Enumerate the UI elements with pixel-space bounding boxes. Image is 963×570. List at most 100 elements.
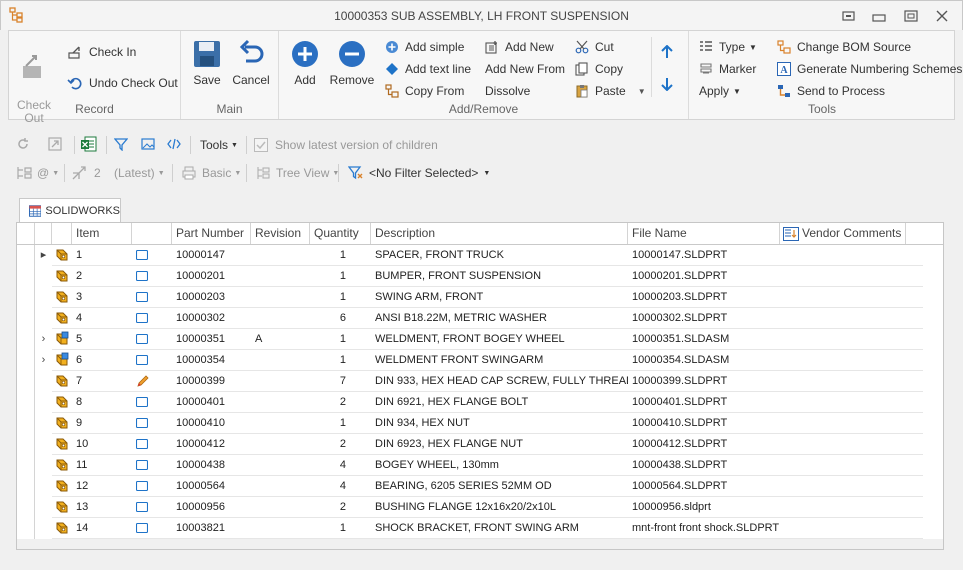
cell-description[interactable]: DIN 6921, HEX FLANGE BOLT (375, 392, 628, 413)
cell-item[interactable]: 8 (76, 392, 132, 413)
cell-description[interactable]: DIN 6923, HEX FLANGE NUT (375, 434, 628, 455)
expand-toggle-icon[interactable] (35, 455, 52, 476)
expand-toggle-icon[interactable] (35, 392, 52, 413)
row-selector[interactable] (17, 434, 35, 455)
cell-quantity[interactable]: 1 (310, 329, 346, 350)
cancel-button[interactable]: Cancel (231, 39, 271, 87)
cell-revision[interactable] (255, 308, 310, 329)
paste-dropdown-arrow[interactable]: ▼ (638, 87, 646, 96)
cell-item[interactable]: 14 (76, 518, 132, 539)
cell-file-name[interactable]: 10000147.SLDPRT (632, 245, 780, 266)
copy-button[interactable]: Copy (575, 59, 623, 79)
cell-part-number[interactable]: 10000956 (176, 497, 251, 518)
cell-vendor-comments[interactable] (784, 434, 906, 455)
expand-toggle-icon[interactable] (35, 308, 52, 329)
code-icon[interactable] (167, 137, 181, 151)
add-text-line-button[interactable]: Add text line (385, 59, 471, 79)
cell-vendor-comments[interactable] (784, 245, 906, 266)
filter-dropdown[interactable]: <No Filter Selected> ▼ (348, 163, 490, 183)
row-selector[interactable] (17, 245, 35, 266)
move-up-icon[interactable] (661, 45, 673, 59)
row-selector[interactable] (17, 266, 35, 287)
cell-item[interactable]: 12 (76, 476, 132, 497)
cell-part-number[interactable]: 10000354 (176, 350, 251, 371)
cell-description[interactable]: WELDMENT, FRONT BOGEY WHEEL (375, 329, 628, 350)
cell-description[interactable]: DIN 934, HEX NUT (375, 413, 628, 434)
cell-item[interactable]: 5 (76, 329, 132, 350)
cell-vendor-comments[interactable] (784, 476, 906, 497)
cell-vendor-comments[interactable] (784, 518, 906, 539)
table-row[interactable]: ▸ 1 10000147 1 SPACER, FRONT TRUCK 10000147.S… (17, 245, 943, 266)
cell-description[interactable]: DIN 933, HEX HEAD CAP SCREW, FULLY THREA… (375, 371, 628, 392)
restore-icon[interactable] (839, 7, 859, 25)
cell-part-number[interactable]: 10000147 (176, 245, 251, 266)
cell-item[interactable]: 13 (76, 497, 132, 518)
check-in-button[interactable]: Check In (67, 42, 136, 62)
cell-part-number[interactable]: 10000203 (176, 287, 251, 308)
minimize-icon[interactable] (869, 7, 889, 25)
cell-quantity[interactable]: 1 (310, 518, 346, 539)
cell-description[interactable]: SWING ARM, FRONT (375, 287, 628, 308)
cell-part-number[interactable]: 10000412 (176, 434, 251, 455)
save-button[interactable]: Save (189, 39, 225, 87)
cell-file-name[interactable]: 10000410.SLDPRT (632, 413, 780, 434)
cell-item[interactable]: 3 (76, 287, 132, 308)
row-selector[interactable] (17, 413, 35, 434)
cut-button[interactable]: Cut (575, 37, 614, 57)
table-row[interactable]: 7 10000399 7 DIN 933, HEX HEAD CAP SCREW, F… (17, 371, 943, 392)
basic-dropdown[interactable]: Basic ▼ (182, 163, 241, 183)
table-row[interactable]: 2 10000201 1 BUMPER, FRONT SUSPENSION 100002… (17, 266, 943, 287)
table-row[interactable]: 11 10000438 4 BOGEY WHEEL, 130mm 10000438.SL… (17, 455, 943, 476)
table-row[interactable]: › 5 10000351 A 1 WELDMENT, FRONT BOGEY WHEEL 1… (17, 329, 943, 350)
cell-quantity[interactable]: 1 (310, 287, 346, 308)
cell-part-number[interactable]: 10000401 (176, 392, 251, 413)
version-dropdown[interactable]: (Latest) ▼ (114, 163, 165, 183)
cell-quantity[interactable]: 6 (310, 308, 346, 329)
cell-description[interactable]: WELDMENT FRONT SWINGARM (375, 350, 628, 371)
column-header-file-name[interactable]: File Name (628, 223, 780, 244)
image-icon[interactable] (141, 137, 155, 151)
cell-vendor-comments[interactable] (784, 497, 906, 518)
cell-revision[interactable] (255, 434, 310, 455)
expand-toggle-icon[interactable] (35, 287, 52, 308)
row-selector[interactable] (17, 518, 35, 539)
table-row[interactable]: 4 10000302 6 ANSI B18.22M, METRIC WASHER 100… (17, 308, 943, 329)
refresh-icon[interactable] (16, 137, 30, 151)
expand-toggle-icon[interactable] (35, 476, 52, 497)
generate-numbering-button[interactable]: A Generate Numbering Schemes (777, 59, 962, 79)
column-header-revision[interactable]: Revision (251, 223, 310, 244)
show-latest-checkbox[interactable]: Show latest version of children (254, 135, 438, 155)
row-selector[interactable] (17, 287, 35, 308)
cell-description[interactable]: BEARING, 6205 SERIES 52MM OD (375, 476, 628, 497)
cell-vendor-comments[interactable] (784, 455, 906, 476)
column-header-quantity[interactable]: Quantity (310, 223, 371, 244)
add-new-from-button[interactable]: Add New From (485, 59, 565, 79)
expand-toggle-icon[interactable] (35, 371, 52, 392)
cell-quantity[interactable]: 1 (310, 413, 346, 434)
row-selector[interactable] (17, 476, 35, 497)
cell-part-number[interactable]: 10000410 (176, 413, 251, 434)
expand-toggle-icon[interactable] (35, 518, 52, 539)
undo-check-out-button[interactable]: Undo Check Out (67, 73, 178, 93)
apply-dropdown[interactable]: Apply ▼ (699, 81, 741, 101)
cell-file-name[interactable]: 10000354.SLDASM (632, 350, 780, 371)
column-header-item[interactable]: Item (72, 223, 132, 244)
cell-part-number[interactable]: 10003821 (176, 518, 251, 539)
tab-solidworks[interactable]: SOLIDWORKS (19, 198, 121, 223)
expand-toggle-icon[interactable]: ▸ (35, 245, 52, 266)
at-dropdown[interactable]: @ ▼ (37, 163, 59, 183)
table-row[interactable]: 14 10003821 1 SHOCK BRACKET, FRONT SWING AR… (17, 518, 943, 539)
level-selector[interactable]: 2 (72, 163, 101, 183)
cell-file-name[interactable]: 10000438.SLDPRT (632, 455, 780, 476)
row-selector[interactable] (17, 497, 35, 518)
open-external-icon[interactable] (48, 137, 62, 151)
cell-file-name[interactable]: 10000401.SLDPRT (632, 392, 780, 413)
excel-export-icon[interactable] (80, 135, 98, 153)
filter-icon[interactable] (114, 137, 128, 151)
cell-description[interactable]: SPACER, FRONT TRUCK (375, 245, 628, 266)
cell-file-name[interactable]: 10000302.SLDPRT (632, 308, 780, 329)
row-selector[interactable] (17, 350, 35, 371)
cell-vendor-comments[interactable] (784, 329, 906, 350)
cell-revision[interactable] (255, 476, 310, 497)
cell-item[interactable]: 11 (76, 455, 132, 476)
